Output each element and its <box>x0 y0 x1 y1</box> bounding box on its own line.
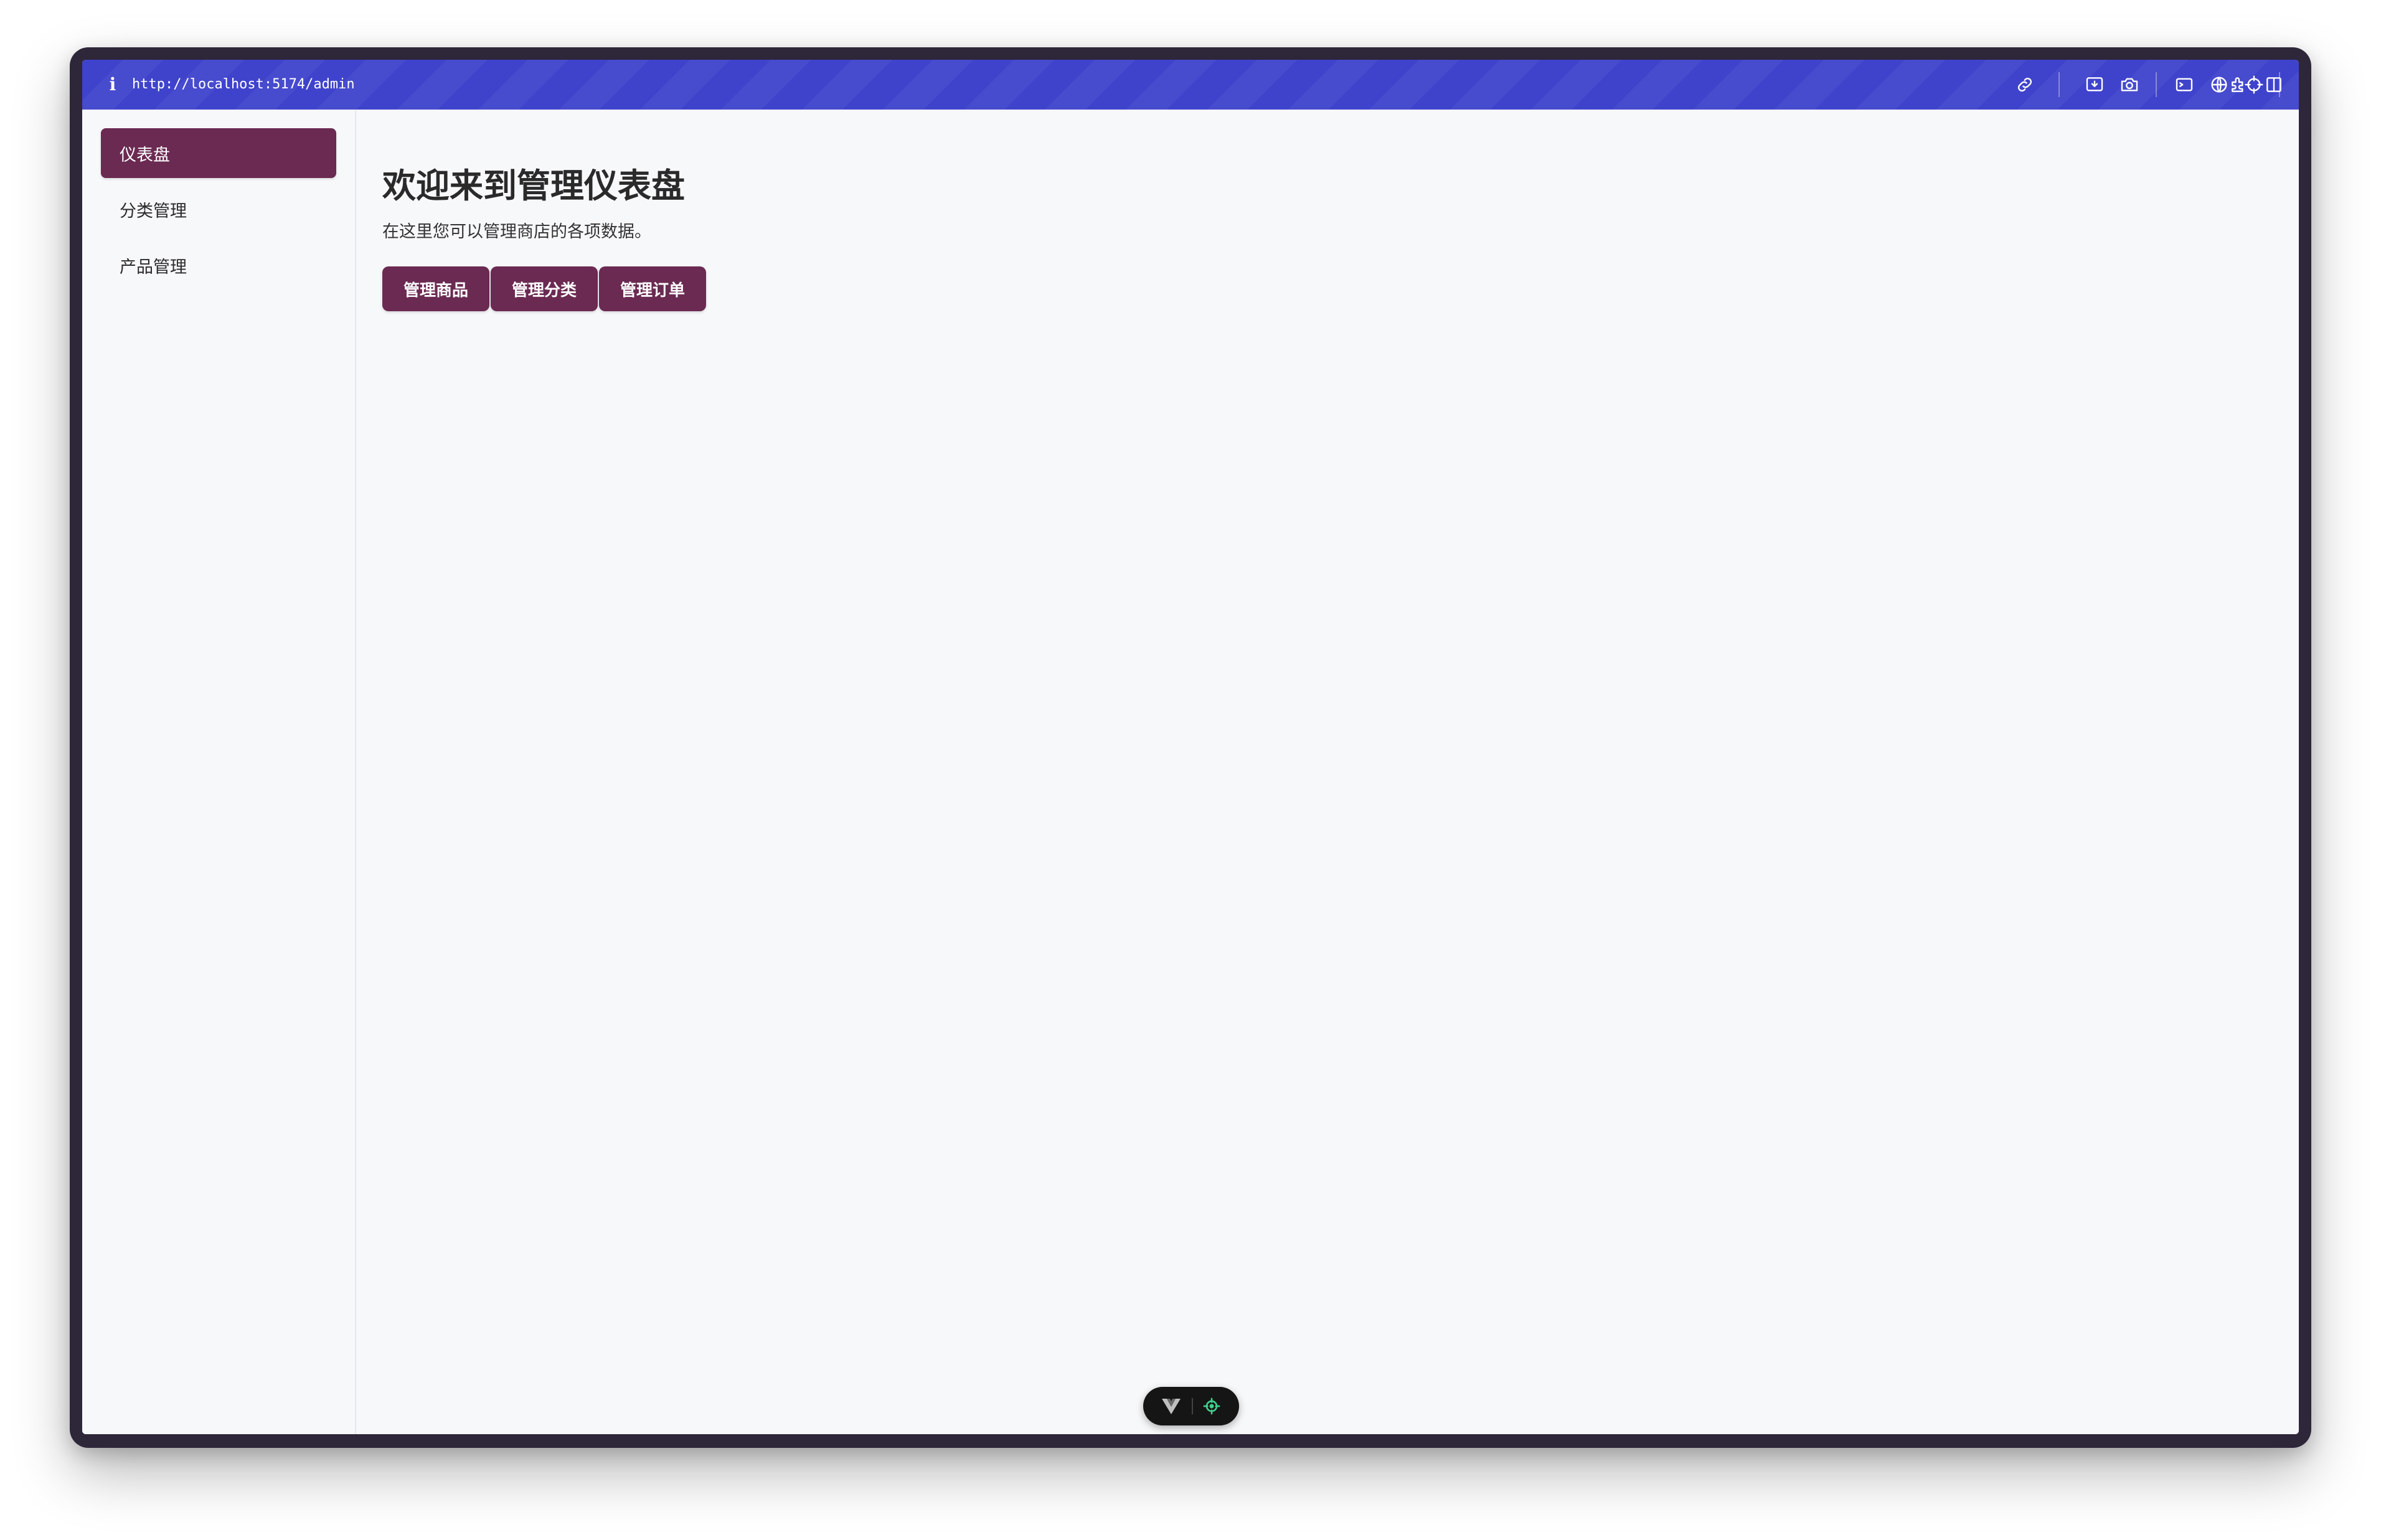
toolbar-divider <box>2156 72 2157 97</box>
sidebar-item-products[interactable]: 产品管理 <box>101 240 336 290</box>
download-icon[interactable] <box>2083 73 2106 96</box>
browser-window: i http://localhost:5174/admin 仪表盘 分类管理 产… <box>82 60 2299 1434</box>
manage-categories-button[interactable]: 管理分类 <box>491 266 598 311</box>
sidebar: 仪表盘 分类管理 产品管理 <box>82 110 356 1434</box>
split-view-icon[interactable] <box>2263 73 2285 96</box>
browser-toolbar: i http://localhost:5174/admin <box>82 60 2299 110</box>
info-icon[interactable]: i <box>103 71 122 98</box>
camera-icon[interactable] <box>2118 73 2141 96</box>
page-description: 在这里您可以管理商店的各项数据。 <box>382 222 651 242</box>
pill-divider <box>1192 1398 1193 1414</box>
toolbar-divider <box>2058 72 2060 97</box>
sidebar-item-categories[interactable]: 分类管理 <box>101 184 336 234</box>
url-bar[interactable]: http://localhost:5174/admin <box>132 71 355 98</box>
page-title: 欢迎来到管理仪表盘 <box>382 166 685 205</box>
manage-products-button[interactable]: 管理商品 <box>382 266 490 311</box>
action-button-group: 管理商品 管理分类 管理订单 <box>382 266 707 311</box>
manage-orders-button[interactable]: 管理订单 <box>599 266 707 311</box>
sidebar-item-dashboard[interactable]: 仪表盘 <box>101 128 336 178</box>
vue-logo-icon[interactable] <box>1161 1396 1182 1416</box>
vue-devtools-toggle[interactable] <box>1143 1387 1239 1425</box>
link-icon[interactable] <box>2014 73 2036 96</box>
extensions-icon[interactable] <box>2228 73 2250 96</box>
terminal-icon[interactable] <box>2173 73 2195 96</box>
globe-icon[interactable] <box>2208 73 2230 96</box>
main-content: 欢迎来到管理仪表盘 在这里您可以管理商店的各项数据。 管理商品 管理分类 管理订… <box>357 110 2299 1434</box>
inspect-target-icon[interactable] <box>1202 1396 1222 1416</box>
